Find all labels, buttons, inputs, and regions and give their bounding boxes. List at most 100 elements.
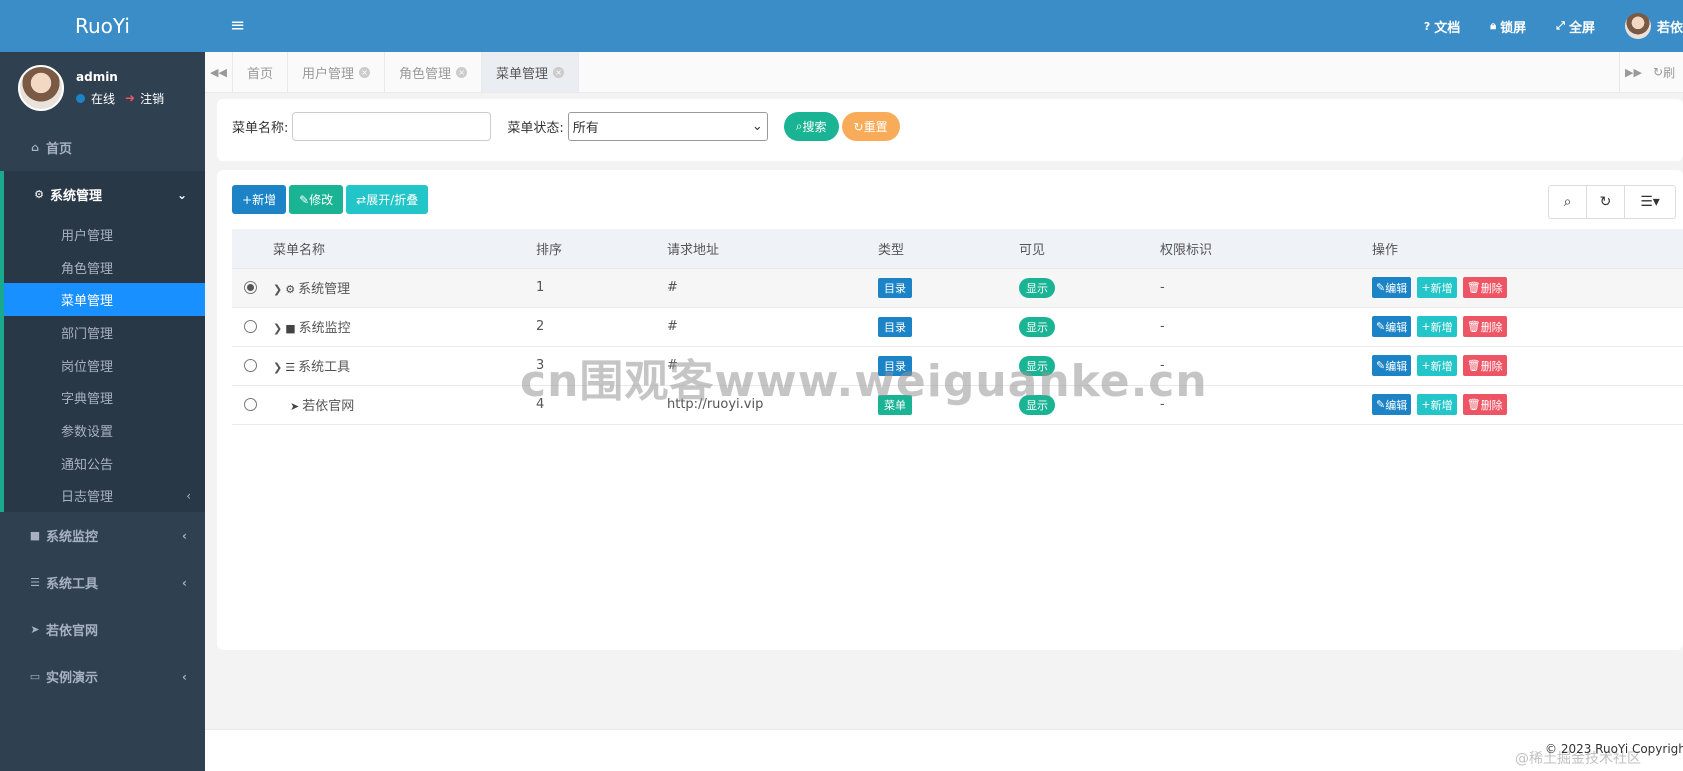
user-avatar[interactable]: [18, 65, 64, 111]
row-delete-button[interactable]: 🗑︎ 删除: [1462, 277, 1507, 298]
sign-out-icon[interactable]: ➜: [125, 91, 135, 105]
col-order: 排序: [536, 229, 667, 269]
row-radio[interactable]: [244, 359, 257, 372]
add-button[interactable]: + 新增: [232, 185, 287, 214]
menu-url: #: [667, 268, 878, 308]
chevron-right-icon[interactable]: ❯: [273, 322, 282, 335]
online-status: 在线: [91, 91, 116, 106]
tab-home[interactable]: 首页: [233, 52, 289, 92]
user-menu-label: 若依: [1656, 20, 1683, 36]
table-refresh-button[interactable]: ↻: [1587, 186, 1625, 218]
row-edit-button[interactable]: ✎ 编辑: [1372, 355, 1412, 376]
user-menu[interactable]: 若依: [1624, 13, 1683, 39]
col-type: 类型: [878, 229, 1019, 269]
sidebar-item-tools[interactable]: ☰ 系统工具 ‹: [0, 559, 205, 606]
edit-label: 编辑: [1385, 398, 1408, 412]
chevron-right-icon[interactable]: ❯: [273, 283, 282, 296]
chevron-left-icon: ‹: [182, 528, 187, 543]
row-add-button[interactable]: + 新增: [1417, 394, 1457, 415]
page-footer: @稀土掘金技术社区 © 2023 RuoYi Copyright: [205, 729, 1683, 771]
table-tools: ⌕ ↻ ☰▾: [1548, 185, 1676, 219]
menu-toggle-icon[interactable]: ≡: [230, 15, 245, 36]
chevron-down-icon: ⌄: [751, 119, 763, 134]
menu-name-label: 菜单名称:: [232, 121, 289, 136]
sidebar-subitem-config[interactable]: 参数设置: [4, 414, 205, 447]
row-delete-button[interactable]: 🗑︎ 删除: [1462, 316, 1507, 337]
menu-status-select[interactable]: 所有 ⌄: [567, 112, 768, 141]
sidebar-item-home[interactable]: ⌂ 首页: [0, 124, 205, 171]
tab-role[interactable]: 角色管理 ×: [385, 52, 483, 92]
close-icon[interactable]: ×: [359, 66, 371, 78]
edit-label: 编辑: [1385, 320, 1408, 334]
sidebar-subitem-menu[interactable]: 菜单管理: [4, 283, 205, 317]
row-add-button[interactable]: + 新增: [1417, 277, 1457, 298]
search-button[interactable]: ⌕ 搜索: [783, 112, 839, 141]
sidebar-item-label: 实例演示: [46, 671, 99, 687]
chevron-right-icon[interactable]: ❯: [273, 361, 282, 374]
row-delete-button[interactable]: 🗑︎ 删除: [1462, 394, 1507, 415]
watermark: cn围观客www.weiguanke.cn: [520, 356, 1208, 407]
sidebar-item-system[interactable]: ⚙ 系统管理 ⌄: [4, 171, 205, 218]
sidebar-item-label: 首页: [46, 142, 73, 157]
delete-label: 删除: [1480, 359, 1503, 373]
app-logo[interactable]: RuoYi: [0, 0, 205, 52]
sidebar-subitem-log[interactable]: 日志管理 ‹: [4, 480, 205, 513]
row-add-button[interactable]: + 新增: [1417, 355, 1457, 376]
lock-screen-button[interactable]: 🔒︎ 锁屏: [1490, 17, 1526, 36]
table-row[interactable]: ❯ ⚙ 系统管理 1 # 目录 显示 - ✎ 编辑 + 新增 🗑︎ 删除: [232, 268, 1683, 308]
search-icon: ⌕: [795, 119, 803, 133]
row-edit-button[interactable]: ✎ 编辑: [1372, 277, 1412, 298]
sidebar-item-website[interactable]: ➤ 若依官网: [0, 606, 205, 653]
row-delete-button[interactable]: 🗑︎ 删除: [1462, 355, 1507, 376]
sidebar-subitem-user[interactable]: 用户管理: [4, 218, 205, 251]
tab-menu[interactable]: 菜单管理 ×: [482, 52, 580, 92]
sidebar-item-demo[interactable]: ▭ 实例演示 ‹: [0, 653, 205, 700]
user-panel: admin 在线 ➜ 注销: [0, 52, 205, 124]
select-value: 所有: [572, 121, 599, 136]
table-search-toggle[interactable]: ⌕: [1549, 186, 1587, 218]
type-badge: 目录: [878, 316, 912, 337]
sidebar-subitem-post[interactable]: 岗位管理: [4, 349, 205, 382]
type-badge: 目录: [878, 277, 912, 298]
tab-user[interactable]: 用户管理 ×: [288, 52, 386, 92]
row-edit-button[interactable]: ✎ 编辑: [1372, 394, 1412, 415]
tab-refresh-button[interactable]: ↻ 刷: [1653, 52, 1675, 92]
sidebar-subitem-role[interactable]: 角色管理: [4, 251, 205, 284]
tab-label: 用户管理: [302, 66, 355, 82]
sidebar-subitem-dict[interactable]: 字典管理: [4, 381, 205, 414]
close-icon[interactable]: ×: [456, 66, 468, 78]
reset-button[interactable]: ↻ 重置: [841, 112, 900, 141]
menu-name: 系统监控: [298, 321, 351, 336]
sidebar-subitem-notice[interactable]: 通知公告: [4, 447, 205, 480]
sidebar-item-label: 日志管理: [61, 490, 114, 506]
row-radio[interactable]: [244, 398, 257, 411]
docs-link[interactable]: ? 文档: [1424, 17, 1460, 36]
menu-name-input[interactable]: [292, 112, 492, 141]
fullscreen-button[interactable]: ⤢ 全屏: [1556, 17, 1595, 36]
col-menu-name: 菜单名称: [273, 229, 536, 269]
row-radio[interactable]: [244, 281, 257, 294]
sidebar-item-monitor[interactable]: ■ 系统监控 ‹: [0, 512, 205, 559]
row-radio[interactable]: [244, 320, 257, 333]
tabs-scroll-right-button[interactable]: ▶▶: [1619, 52, 1647, 92]
sidebar-subitem-dept[interactable]: 部门管理: [4, 316, 205, 349]
online-dot-icon: [76, 93, 85, 103]
table-header-row: 菜单名称 排序 请求地址 类型 可见 权限标识 操作: [232, 229, 1683, 269]
table-columns-button[interactable]: ☰▾: [1625, 186, 1675, 218]
row-edit-button[interactable]: ✎ 编辑: [1372, 316, 1412, 337]
row-add-button[interactable]: + 新增: [1417, 316, 1457, 337]
lock-icon: 🔒︎: [1490, 19, 1497, 32]
menu-table-card: + 新增 ✎ 修改 ⇄ 展开/折叠 ⌕ ↻ ☰▾ 菜单名称 排序 请求地址 类型…: [217, 170, 1683, 650]
table-row[interactable]: ❯ ■ 系统监控 2 # 目录 显示 - ✎ 编辑 + 新增 🗑︎ 删除: [232, 307, 1683, 347]
sidebar: RuoYi admin 在线 ➜ 注销 ⌂ 首页 ⚙ 系统管理 ⌄ 用户管理 角…: [0, 0, 205, 771]
tabs-scroll-left-button[interactable]: ◀◀: [205, 52, 233, 92]
close-icon[interactable]: ×: [553, 66, 565, 78]
menu-perm: -: [1160, 307, 1372, 347]
menu-status-label: 菜单状态:: [507, 121, 564, 136]
lock-label: 锁屏: [1500, 20, 1527, 36]
add-label: 新增: [1430, 281, 1453, 295]
expand-collapse-button[interactable]: ⇄ 展开/折叠: [346, 185, 429, 214]
edit-button[interactable]: ✎ 修改: [289, 185, 344, 214]
sidebar-group-system: ⚙ 系统管理 ⌄ 用户管理 角色管理 菜单管理 部门管理 岗位管理 字典管理 参…: [0, 171, 205, 513]
logout-link[interactable]: 注销: [140, 90, 164, 107]
